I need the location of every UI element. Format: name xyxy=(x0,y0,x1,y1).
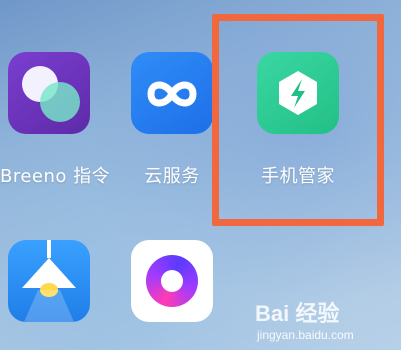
cloud-service-app-icon[interactable] xyxy=(131,52,213,134)
cloud-service-label: 云服务 xyxy=(144,166,200,187)
ring-center xyxy=(161,270,183,292)
breeno-app-icon[interactable] xyxy=(8,52,90,134)
lamp-app-icon[interactable] xyxy=(8,240,90,322)
breeno-label: Breeno 指令 xyxy=(0,166,111,187)
cloud-infinity-icon xyxy=(147,81,197,107)
purple-ring-app-icon[interactable] xyxy=(131,240,213,322)
baidu-jingyan-watermark: Bai 经验 jingyan.baidu.com xyxy=(255,296,401,350)
highlight-box xyxy=(212,14,384,226)
watermark-url: jingyan.baidu.com xyxy=(257,328,354,342)
watermark-logo: Bai 经验 xyxy=(255,301,340,326)
breeno-circle-teal xyxy=(40,82,80,122)
lamp-icon xyxy=(22,240,76,322)
